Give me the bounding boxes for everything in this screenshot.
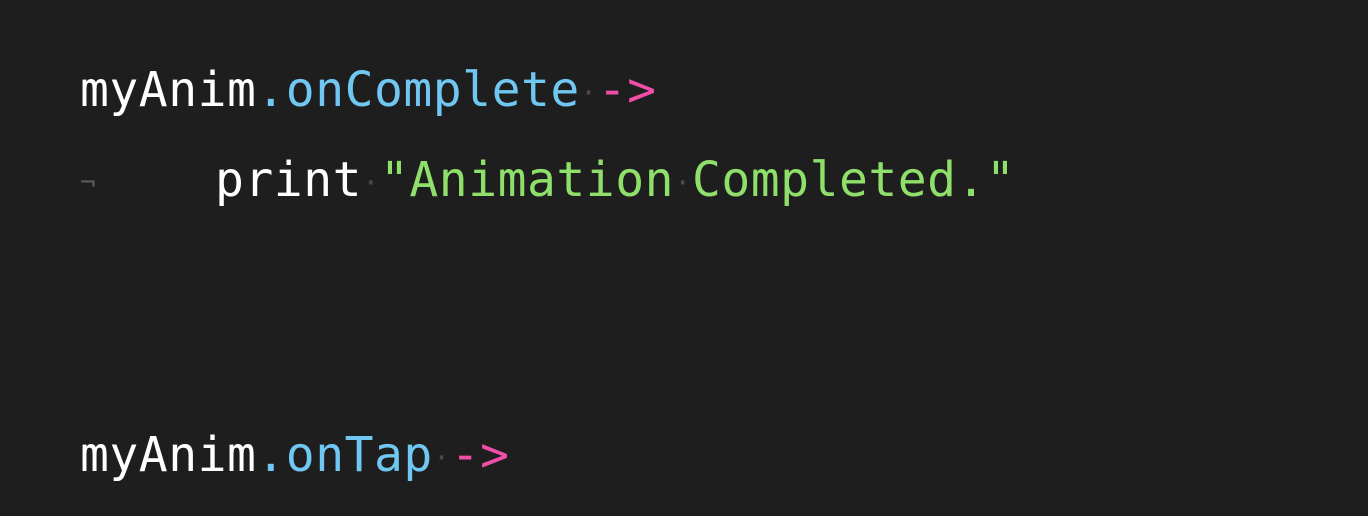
keyword-token: print: [215, 152, 362, 208]
code-line-1[interactable]: myAnim.onComplete·->: [80, 60, 657, 120]
whitespace-dot: ·: [433, 441, 451, 474]
arrow-operator-token: ->: [597, 62, 657, 118]
code-editor[interactable]: myAnim.onComplete·-> ¬ print·"Animation·C…: [0, 0, 1368, 516]
string-token: "Animation·Completed.": [380, 152, 1015, 208]
identifier-token: myAnim: [80, 62, 257, 118]
whitespace-dot: ·: [674, 166, 692, 199]
whitespace-dot: ·: [580, 76, 598, 109]
whitespace-dot: ·: [362, 166, 380, 199]
arrow-operator-token: ->: [450, 427, 510, 483]
identifier-token: myAnim: [80, 427, 257, 483]
property-token: .onComplete: [256, 62, 580, 118]
tab-marker-icon: ¬: [80, 168, 97, 198]
property-token: .onTap: [256, 427, 433, 483]
code-line-3[interactable]: myAnim.onTap·->: [80, 425, 510, 485]
code-line-2[interactable]: ¬ print·"Animation·Completed.": [80, 150, 1015, 210]
